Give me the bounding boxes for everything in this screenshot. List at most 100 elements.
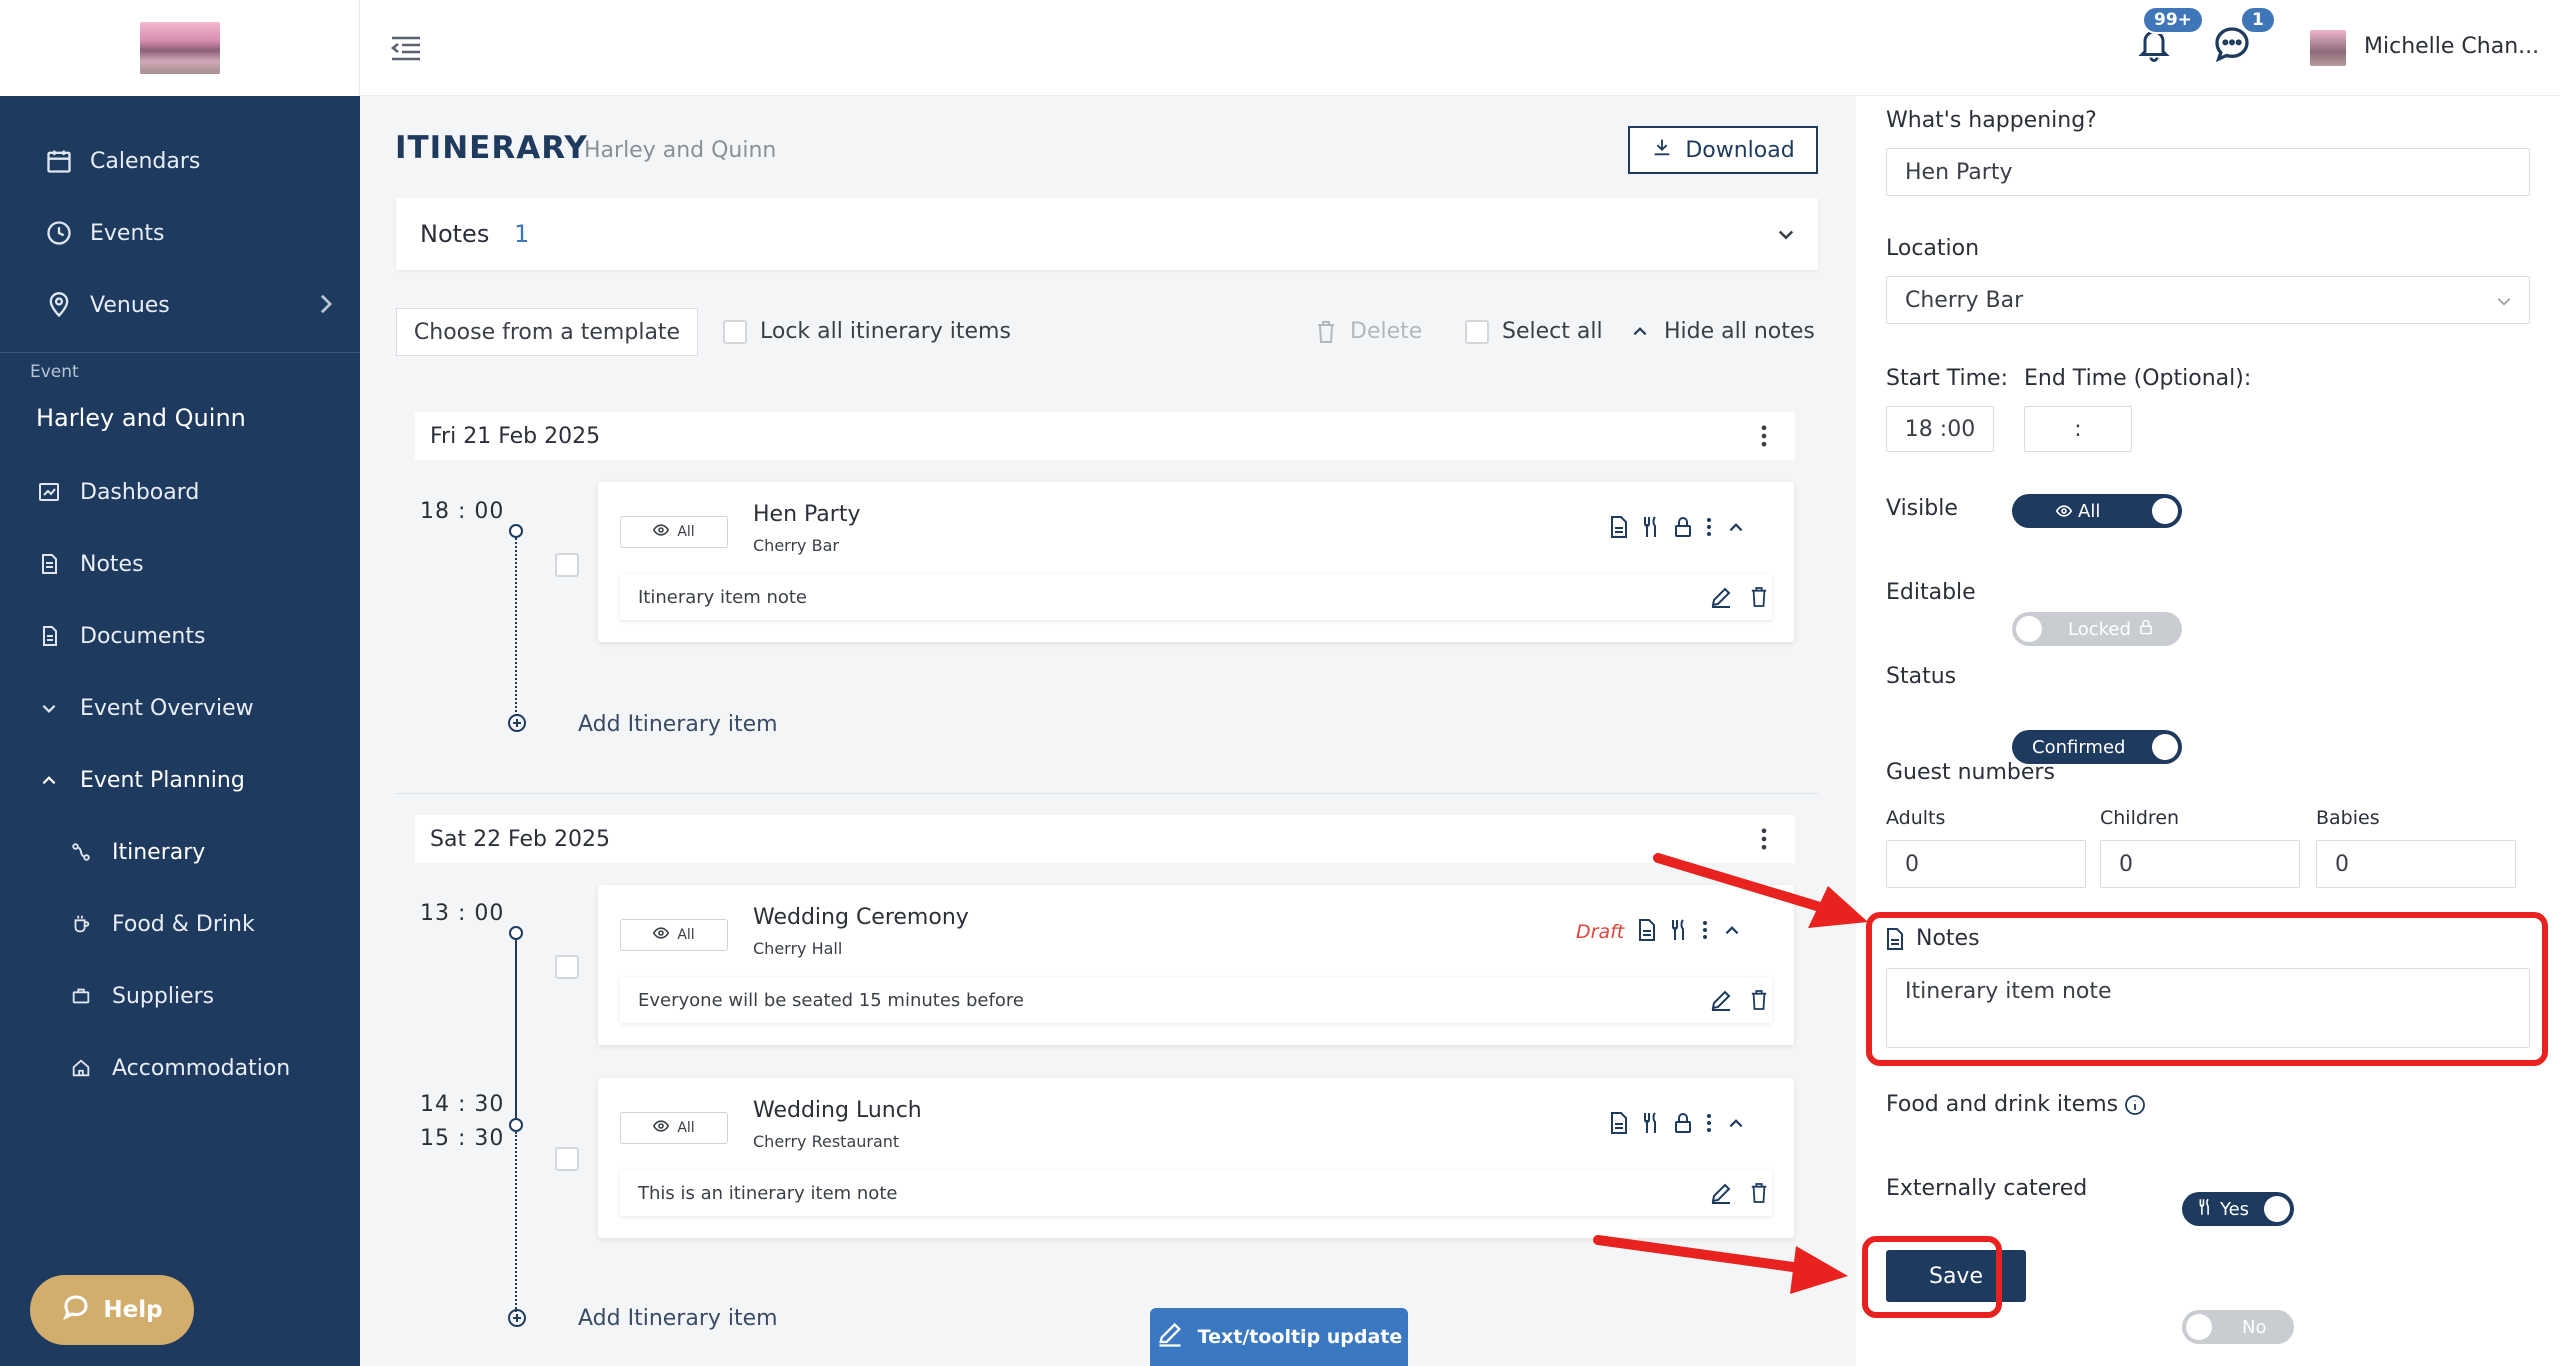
item-note: This is an itinerary item note <box>620 1170 1772 1216</box>
start-time-input[interactable]: 18 :00 <box>1886 406 1994 452</box>
item-checkbox[interactable] <box>555 553 579 577</box>
clock-icon <box>44 218 74 248</box>
user-name[interactable]: Michelle Chan... <box>2364 34 2539 59</box>
select-all-checkbox[interactable] <box>1465 320 1489 344</box>
sidebar-item-documents[interactable]: Documents <box>0 608 360 664</box>
sidebar-item-calendars[interactable]: Calendars <box>0 133 360 189</box>
chat-bubble-icon <box>61 1292 91 1328</box>
more-vertical-icon[interactable] <box>1706 1113 1712 1137</box>
cutlery-icon[interactable] <box>1642 516 1660 542</box>
timeline-dot <box>509 1118 523 1132</box>
children-input[interactable]: 0 <box>2100 840 2300 888</box>
item-location: Cherry Restaurant <box>753 1132 900 1151</box>
sidebar-item-notes[interactable]: Notes <box>0 536 360 592</box>
lock-all-checkbox[interactable] <box>723 320 747 344</box>
toggle-knob <box>2016 616 2042 642</box>
chevron-up-icon[interactable] <box>1726 1114 1746 1136</box>
item-title: Hen Party <box>753 502 861 527</box>
trash-icon[interactable] <box>1750 1182 1768 1209</box>
lock-icon <box>2139 619 2153 640</box>
status-toggle[interactable]: Confirmed <box>2012 730 2182 764</box>
sidebar-item-accommodation[interactable]: Accommodation <box>0 1040 360 1096</box>
sidebar-item-event-overview[interactable]: Event Overview <box>0 680 360 736</box>
text-tooltip-update-button[interactable]: Text/tooltip update <box>1150 1308 1408 1366</box>
item-checkbox[interactable] <box>555 955 579 979</box>
location-value: Cherry Bar <box>1905 287 2024 313</box>
item-note: Everyone will be seated 15 minutes befor… <box>620 977 1772 1023</box>
avatar[interactable] <box>2310 30 2346 66</box>
home-icon <box>66 1053 96 1083</box>
help-button[interactable]: Help <box>30 1275 194 1345</box>
hide-all-notes-button[interactable]: Hide all notes <box>1664 319 1815 344</box>
item-note-text: This is an itinerary item note <box>638 1182 898 1204</box>
visibility-chip: All <box>620 1112 728 1144</box>
day-date: Fri 21 Feb 2025 <box>430 423 601 449</box>
lock-icon[interactable] <box>1674 1112 1692 1138</box>
menu-collapse-icon[interactable] <box>390 34 422 66</box>
visible-toggle[interactable]: All <box>2012 494 2182 528</box>
info-icon[interactable] <box>2124 1094 2146 1120</box>
visible-value: All <box>2078 500 2101 522</box>
trash-icon <box>1316 320 1336 348</box>
download-label: Download <box>1685 137 1795 163</box>
briefcase-icon <box>66 981 96 1011</box>
app-logo[interactable] <box>140 22 220 74</box>
download-button[interactable]: Download <box>1628 126 1818 174</box>
add-circle-icon[interactable] <box>507 713 527 737</box>
note-icon[interactable] <box>1610 1112 1628 1138</box>
start-time-label: Start Time: <box>1886 366 2008 391</box>
more-vertical-icon[interactable] <box>1760 422 1768 456</box>
add-itinerary-item-button[interactable]: Add Itinerary item <box>578 1306 778 1331</box>
toggle-knob <box>2152 734 2178 760</box>
sidebar-item-events[interactable]: Events <box>0 205 360 261</box>
itinerary-item-card[interactable]: All Wedding Lunch Cherry Restaurant This… <box>598 1078 1794 1238</box>
files-icon <box>34 621 64 651</box>
arrow-to-notes <box>1653 853 1868 928</box>
sidebar-item-label: Food & Drink <box>112 911 255 937</box>
note-icon[interactable] <box>1610 516 1628 542</box>
pencil-icon[interactable] <box>1710 586 1732 613</box>
adults-input[interactable]: 0 <box>1886 840 2086 888</box>
sidebar-item-itinerary[interactable]: Itinerary <box>0 824 360 880</box>
chevron-up-icon[interactable] <box>1726 518 1746 540</box>
logo-area <box>0 0 360 96</box>
pencil-icon[interactable] <box>1710 989 1732 1016</box>
item-checkbox[interactable] <box>555 1147 579 1171</box>
add-itinerary-item-button[interactable]: Add Itinerary item <box>578 712 778 737</box>
add-circle-icon[interactable] <box>507 1308 527 1332</box>
cutlery-icon <box>2198 1198 2212 1221</box>
whats-happening-input[interactable]: Hen Party <box>1886 148 2530 196</box>
itinerary-item-card[interactable]: All Wedding Ceremony Cherry Hall Draft E… <box>598 885 1794 1045</box>
sidebar-item-food-drink[interactable]: Food & Drink <box>0 896 360 952</box>
sidebar-item-dashboard[interactable]: Dashboard <box>0 464 360 520</box>
food-drink-toggle[interactable]: Yes <box>2182 1192 2294 1226</box>
externally-catered-toggle[interactable]: No <box>2182 1310 2294 1344</box>
cutlery-icon[interactable] <box>1642 1112 1660 1138</box>
sidebar-item-event-planning[interactable]: Event Planning <box>0 752 360 808</box>
choose-template-button[interactable]: Choose from a template <box>396 308 698 356</box>
timeline-dot <box>509 926 523 940</box>
delete-button[interactable]: Delete <box>1350 319 1422 344</box>
itinerary-item-card[interactable]: All Hen Party Cherry Bar Itinerary item … <box>598 482 1794 642</box>
help-label: Help <box>103 1297 163 1323</box>
sidebar-item-label: Calendars <box>90 148 201 174</box>
end-time-input[interactable]: : <box>2024 406 2132 452</box>
sidebar-item-suppliers[interactable]: Suppliers <box>0 968 360 1024</box>
item-time: 13 : 00 <box>420 901 505 926</box>
calendar-icon <box>44 146 74 176</box>
day-header: Sat 22 Feb 2025 <box>415 815 1795 863</box>
sidebar-item-venues[interactable]: Venues <box>0 277 360 333</box>
babies-input[interactable]: 0 <box>2316 840 2516 888</box>
item-location: Cherry Bar <box>753 536 839 555</box>
trash-icon[interactable] <box>1750 989 1768 1016</box>
location-select[interactable]: Cherry Bar <box>1886 276 2530 324</box>
dashboard-icon <box>34 477 64 507</box>
page-subtitle: Harley and Quinn <box>584 138 777 163</box>
editable-toggle[interactable]: Locked <box>2012 612 2182 646</box>
lock-icon[interactable] <box>1674 516 1692 542</box>
item-time: 18 : 00 <box>420 499 505 524</box>
notes-accordion[interactable]: Notes 1 <box>396 198 1818 270</box>
trash-icon[interactable] <box>1750 586 1768 613</box>
pencil-icon[interactable] <box>1710 1182 1732 1209</box>
more-vertical-icon[interactable] <box>1706 517 1712 541</box>
